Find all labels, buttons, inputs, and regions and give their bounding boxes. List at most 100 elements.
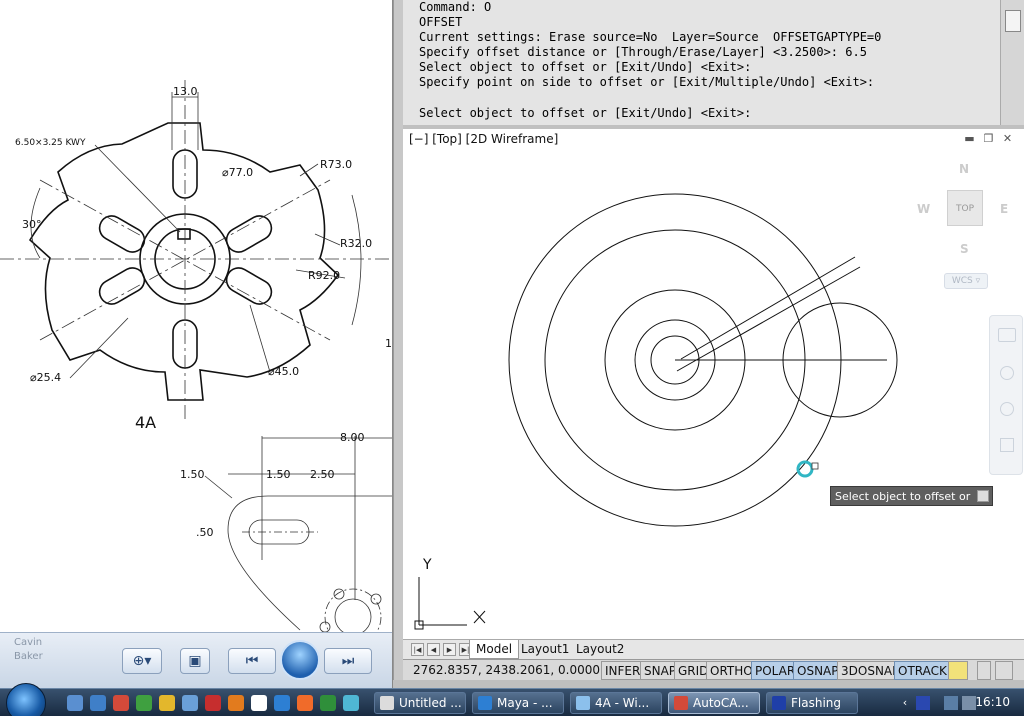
viewcube-east[interactable]: E — [1000, 202, 1008, 216]
drawing-viewport[interactable]: [−] [Top] [2D Wireframe] ▬ ❐ ✕ Y X N W E… — [403, 129, 1024, 639]
task-label: AutoCA... — [693, 696, 749, 710]
viewer-caption-1: Cavin — [14, 637, 43, 648]
dim-r32: R32.0 — [340, 237, 372, 250]
zoom-button[interactable]: ⊕▾ — [122, 648, 162, 674]
dim-d45: ⌀45.0 — [268, 365, 299, 378]
command-line-1: Command: O — [419, 0, 492, 14]
dim-8: 8.00 — [340, 431, 365, 444]
dim-150-a: 1.50 — [180, 468, 205, 481]
windows-taskbar: Untitled ... Maya - ... 4A - Wi... AutoC… — [0, 683, 1024, 716]
otrack-toggle[interactable]: OTRACK — [894, 661, 951, 680]
infer-toggle[interactable]: INFER — [601, 661, 645, 680]
show-desktop-icon[interactable] — [67, 695, 83, 711]
tab-layout1[interactable]: Layout1 — [515, 640, 575, 659]
command-line-6: Specify point on side to offset or [Exit… — [419, 75, 875, 89]
reference-drawing: 13.0 6.50×3.25 KWY R73.0 ⌀77.0 30° R32.0… — [0, 80, 392, 632]
photo-viewer-toolbar: Cavin Baker ⊕▾ ▣ ⏮ ⏭ — [0, 632, 392, 688]
k-app-quicklaunch-icon[interactable] — [297, 695, 313, 711]
excel-quicklaunch-icon[interactable] — [136, 695, 152, 711]
status-menu-arrow-icon[interactable] — [977, 661, 991, 680]
osnap-toggle[interactable]: OSNAP — [793, 661, 843, 680]
cad-geometry[interactable]: Y X — [403, 129, 1024, 639]
ie-icon — [478, 696, 492, 710]
clean-screen-icon[interactable] — [995, 661, 1013, 680]
switch-windows-icon[interactable] — [90, 695, 106, 711]
navigation-bar[interactable] — [989, 315, 1023, 475]
side-char: 1 — [385, 337, 392, 350]
firefox-quicklaunch-icon[interactable] — [228, 695, 244, 711]
command-prompt[interactable]: Select object to offset or [Exit/Undo] <… — [419, 106, 751, 120]
tab-model[interactable]: Model — [469, 640, 520, 659]
orbit-icon[interactable] — [1000, 438, 1014, 452]
task-maya[interactable]: Maya - ... — [472, 692, 564, 714]
tray-app-icon[interactable] — [916, 696, 930, 710]
misc-quicklaunch-icon[interactable] — [343, 695, 359, 711]
slideshow-play-button[interactable] — [280, 640, 320, 680]
ucs-y-label: Y — [422, 557, 432, 573]
coordinate-readout[interactable]: 2762.8357, 2438.2061, 0.0000 — [413, 663, 600, 677]
chrome-quicklaunch-icon[interactable] — [159, 695, 175, 711]
tab-layout2[interactable]: Layout2 — [570, 640, 630, 659]
network-icon[interactable] — [944, 696, 958, 710]
viewcube-south[interactable]: S — [960, 242, 969, 256]
volume-icon[interactable] — [962, 696, 976, 710]
command-line-3: Current settings: Erase source=No Layer=… — [419, 30, 882, 44]
viewcube-north[interactable]: N — [959, 162, 969, 176]
recorder-icon — [772, 696, 786, 710]
start-orb-icon[interactable] — [6, 683, 46, 716]
ie-quicklaunch-icon[interactable] — [274, 695, 290, 711]
task-label: Flashing — [791, 696, 842, 710]
task-untitled[interactable]: Untitled ... — [374, 692, 466, 714]
steeringwheel-icon[interactable] — [998, 328, 1016, 342]
command-scrollbar[interactable] — [1000, 0, 1024, 125]
tooltip-options-icon[interactable] — [977, 490, 989, 502]
dim-d77: ⌀77.0 — [222, 166, 253, 179]
fit-window-button[interactable]: ▣ — [180, 648, 210, 674]
task-4a[interactable]: 4A - Wi... — [570, 692, 662, 714]
next-button[interactable]: ⏭ — [324, 648, 372, 674]
tab-first-button[interactable]: |◀ — [411, 643, 424, 656]
command-line-2: OFFSET — [419, 15, 463, 29]
excel2-quicklaunch-icon[interactable] — [320, 695, 336, 711]
dim-slot-width: 13.0 — [173, 85, 198, 98]
window-bottom-edge — [393, 680, 1024, 688]
dim-250: 2.50 — [310, 468, 335, 481]
viewer-caption-2: Baker — [14, 651, 43, 662]
zoom-extents-icon[interactable] — [1000, 402, 1014, 416]
viewcube-west[interactable]: W — [917, 202, 930, 216]
window-divider — [393, 0, 403, 688]
autocad-icon — [674, 696, 688, 710]
task-label: Maya - ... — [497, 696, 553, 710]
viewcube-top-face[interactable]: TOP — [947, 190, 983, 226]
scroll-thumb[interactable] — [1005, 10, 1021, 32]
app-quicklaunch-icon[interactable] — [182, 695, 198, 711]
filezilla-quicklaunch-icon[interactable] — [205, 695, 221, 711]
lightbulb-icon[interactable] — [948, 661, 968, 680]
tray-chevron-icon[interactable]: ‹ — [898, 696, 912, 710]
previous-button[interactable]: ⏮ — [228, 648, 276, 674]
dim-r92: R92.0 — [308, 269, 340, 282]
dynamic-input-tooltip: Select object to offset or — [830, 486, 993, 506]
status-bar: 2762.8357, 2438.2061, 0.0000 INFER SNAP … — [403, 659, 1024, 680]
wcs-menu[interactable]: WCS ▿ — [944, 273, 988, 289]
dim-150-b: 1.50 — [266, 468, 291, 481]
tooltip-text: Select object to offset or — [835, 490, 971, 503]
command-history: Command: O OFFSET Current settings: Eras… — [403, 0, 1024, 125]
dim-d25: ⌀25.4 — [30, 371, 61, 384]
task-autocad[interactable]: AutoCA... — [668, 692, 760, 714]
task-flashing[interactable]: Flashing — [766, 692, 858, 714]
pan-icon[interactable] — [1000, 366, 1014, 380]
dim-r73: R73.0 — [320, 158, 352, 171]
taskbar-clock[interactable]: 16:10 — [975, 695, 1010, 709]
polar-toggle[interactable]: POLAR — [751, 661, 800, 680]
blank-quicklaunch-icon[interactable] — [251, 695, 267, 711]
ortho-toggle[interactable]: ORTHO — [706, 661, 757, 680]
ucs-x-label: X — [472, 636, 473, 638]
dim-keyway: 6.50×3.25 KWY — [15, 138, 86, 148]
command-line-5: Select object to offset or [Exit/Undo] <… — [419, 60, 752, 74]
tab-next-button[interactable]: ▶ — [443, 643, 456, 656]
autocad-quicklaunch-icon[interactable] — [113, 695, 129, 711]
dim-50: .50 — [196, 526, 214, 539]
tab-prev-button[interactable]: ◀ — [427, 643, 440, 656]
command-line-4: Specify offset distance or [Through/Eras… — [419, 45, 867, 59]
